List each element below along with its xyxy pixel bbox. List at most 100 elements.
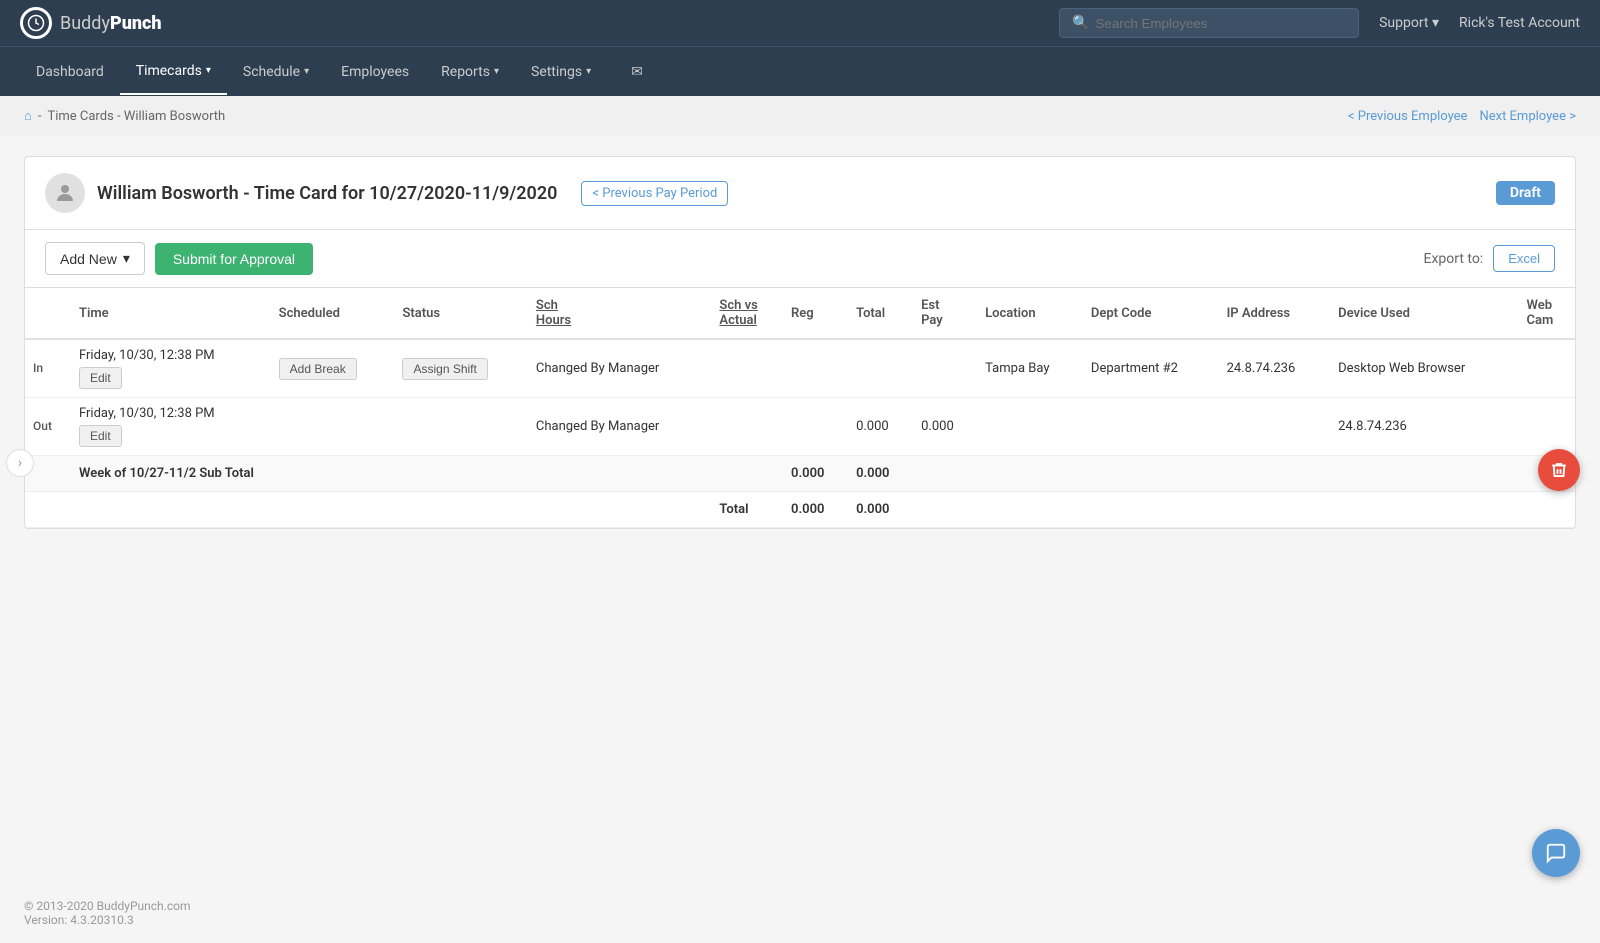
direction-out: Out [33, 419, 52, 433]
col-time: Time [71, 288, 271, 339]
total-reg: 0.000 [783, 492, 848, 528]
chevron-down-icon: ▾ [206, 65, 211, 76]
edit-button[interactable]: Edit [79, 425, 122, 447]
search-icon: 🔍 [1072, 15, 1089, 31]
col-est-pay: EstPay [913, 288, 977, 339]
logo-icon [20, 7, 52, 39]
nav-settings[interactable]: Settings ▾ [515, 50, 607, 94]
breadcrumb: ⌂ - Time Cards - William Bosworth < Prev… [0, 96, 1600, 136]
logo-area: BuddyPunch [20, 7, 162, 39]
nav-reports[interactable]: Reports ▾ [425, 50, 515, 94]
subtotal-total: 0.000 [848, 456, 913, 492]
toolbar: Add New ▾ Submit for Approval Export to:… [24, 230, 1576, 288]
ip-cell: Desktop Web Browser [1330, 339, 1518, 398]
est-pay-cell: Tampa Bay [977, 339, 1083, 398]
chevron-down-icon: ▾ [304, 66, 309, 77]
chevron-down-icon: ▾ [494, 66, 499, 77]
account-name[interactable]: Rick's Test Account [1459, 15, 1580, 31]
chevron-down-icon: ▾ [586, 66, 591, 77]
copyright: © 2013-2020 BuddyPunch.com [24, 899, 1576, 913]
table-row: Out Friday, 10/30, 12:38 PM Edit Changed… [25, 398, 1575, 456]
avatar [45, 173, 85, 213]
nav-timecards[interactable]: Timecards ▾ [120, 49, 227, 95]
status-badge: Draft [1496, 181, 1555, 205]
prev-pay-period-link[interactable]: < Previous Pay Period [581, 181, 728, 206]
subtotal-row: Week of 10/27-11/2 Sub Total 0.000 0.000 [25, 456, 1575, 492]
sch-actual-cell-out [783, 398, 848, 456]
home-link[interactable]: ⌂ [24, 108, 32, 124]
dept-code-cell: 24.8.74.236 [1219, 339, 1331, 398]
col-total: Total [848, 288, 913, 339]
time-cell-out: Friday, 10/30, 12:38 PM Edit [71, 398, 271, 456]
chevron-down-icon: ▾ [123, 250, 130, 267]
add-new-button[interactable]: Add New ▾ [45, 242, 145, 275]
col-web-cam: WebCam [1519, 288, 1575, 339]
support-link[interactable]: Support ▾ [1379, 15, 1439, 31]
assign-shift-cell: Assign Shift [394, 339, 527, 398]
reg-cell-out: 0.000 [848, 398, 913, 456]
excel-button[interactable]: Excel [1493, 245, 1555, 272]
search-input[interactable] [1096, 16, 1347, 31]
total-cell [913, 339, 977, 398]
export-label: Export to: [1423, 251, 1483, 267]
dept-code-cell-out [1219, 398, 1331, 456]
submit-approval-button[interactable]: Submit for Approval [155, 243, 313, 275]
total-total: 0.000 [848, 492, 913, 528]
prev-employee-link[interactable]: < Previous Employee [1348, 109, 1468, 124]
total-row: Total 0.000 0.000 [25, 492, 1575, 528]
chat-widget[interactable] [1532, 829, 1580, 877]
nav-employees[interactable]: Employees [325, 50, 425, 94]
breadcrumb-page: Time Cards - William Bosworth [47, 109, 225, 124]
ip-cell-out: 24.8.74.236 [1330, 398, 1518, 456]
col-reg: Reg [783, 288, 848, 339]
col-scheduled: Scheduled [271, 288, 395, 339]
delete-fab-button[interactable] [1538, 449, 1580, 491]
col-direction [25, 288, 71, 339]
reg-cell [848, 339, 913, 398]
table-row: In Friday, 10/30, 12:38 PM Edit Add Brea… [25, 339, 1575, 398]
edit-button[interactable]: Edit [79, 367, 122, 389]
timecard-header: William Bosworth - Time Card for 10/27/2… [24, 156, 1576, 230]
nav-mail[interactable]: ✉ [615, 50, 659, 94]
next-employee-link[interactable]: Next Employee > [1479, 109, 1576, 124]
scheduled-cell-out [271, 398, 395, 456]
col-dept-code: Dept Code [1083, 288, 1219, 339]
timecard-title: William Bosworth - Time Card for 10/27/2… [97, 183, 557, 204]
sch-hours-cell-out [711, 398, 783, 456]
collapse-arrow-left[interactable]: › [6, 449, 34, 477]
nav-schedule[interactable]: Schedule ▾ [227, 50, 325, 94]
timecard-title-area: William Bosworth - Time Card for 10/27/2… [45, 173, 728, 213]
col-device-used: Device Used [1330, 288, 1518, 339]
subtotal-label: Week of 10/27-11/2 Sub Total [79, 466, 254, 481]
nav-bar: Dashboard Timecards ▾ Schedule ▾ Employe… [0, 46, 1600, 96]
search-box[interactable]: 🔍 [1059, 8, 1359, 38]
col-sch-hours: SchHours [528, 288, 711, 339]
col-sch-vs-actual: Sch vsActual [711, 288, 783, 339]
nav-dashboard[interactable]: Dashboard [20, 50, 120, 94]
subtotal-reg: 0.000 [783, 456, 848, 492]
content-area: William Bosworth - Time Card for 10/27/2… [0, 136, 1600, 883]
add-break-button[interactable]: Add Break [279, 358, 357, 380]
direction-in: In [33, 361, 43, 375]
footer: © 2013-2020 BuddyPunch.com Version: 4.3.… [0, 883, 1600, 943]
top-right-area: 🔍 Support ▾ Rick's Test Account [1059, 8, 1580, 38]
total-label: Total [719, 502, 748, 517]
time-cell: Friday, 10/30, 12:38 PM Edit [71, 339, 271, 398]
device-cell [1519, 339, 1575, 398]
chevron-down-icon: ▾ [1432, 15, 1439, 31]
status-cell: Changed By Manager [528, 339, 711, 398]
breadcrumb-nav: < Previous Employee Next Employee > [1348, 109, 1576, 124]
col-ip-address: IP Address [1219, 288, 1331, 339]
assign-shift-button[interactable]: Assign Shift [402, 358, 487, 380]
sch-hours-cell [711, 339, 783, 398]
timecard-table: Time Scheduled Status SchHours Sch vsAct… [25, 288, 1575, 528]
est-pay-cell-out [977, 398, 1083, 456]
top-bar: BuddyPunch 🔍 Support ▾ Rick's Test Accou… [0, 0, 1600, 46]
total-cell-out: 0.000 [913, 398, 977, 456]
timecard-table-container: Time Scheduled Status SchHours Sch vsAct… [24, 288, 1576, 529]
version: Version: 4.3.20310.3 [24, 913, 1576, 927]
location-cell-out [1083, 398, 1219, 456]
col-location: Location [977, 288, 1083, 339]
sch-actual-cell [783, 339, 848, 398]
location-cell: Department #2 [1083, 339, 1219, 398]
